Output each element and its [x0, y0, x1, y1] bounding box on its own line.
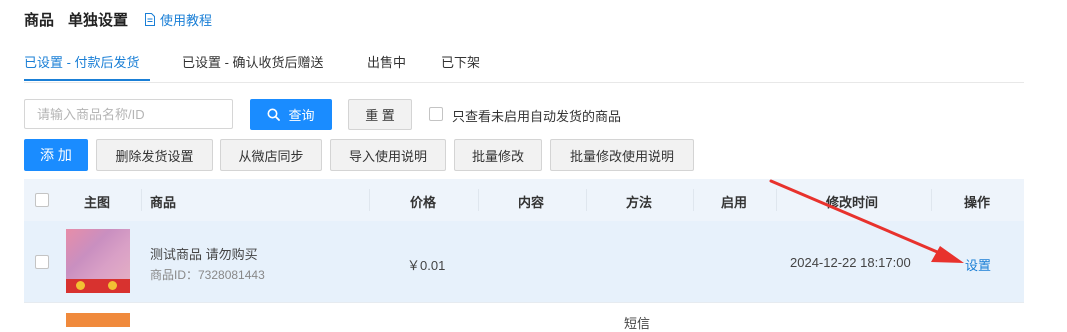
search-input[interactable] — [24, 99, 233, 129]
batch-edit-instructions-button[interactable]: 批量修改使用说明 — [550, 139, 694, 171]
search-button[interactable]: 查询 — [250, 99, 332, 130]
column-header-method: 方法 — [626, 195, 653, 210]
delete-delivery-button[interactable]: 删除发货设置 — [96, 139, 213, 171]
column-header-content: 内容 — [518, 195, 545, 210]
table-header: 主图 商品 价格 内容 方法 启用 修改时间 操作 — [24, 179, 1024, 221]
tab-paid-delivery[interactable]: 已设置 - 付款后发货 — [24, 52, 140, 71]
tab-off-shelf[interactable]: 已下架 — [441, 52, 480, 71]
column-divider — [931, 189, 932, 211]
settings-link[interactable]: 设置 — [965, 255, 991, 274]
document-icon — [145, 12, 156, 26]
column-header-price: 价格 — [410, 195, 437, 210]
column-divider — [478, 189, 479, 211]
reset-button[interactable]: 重 置 — [348, 99, 412, 130]
column-divider — [586, 189, 587, 211]
column-header-product: 商品 — [150, 195, 177, 210]
select-all-checkbox[interactable] — [35, 193, 49, 207]
tutorial-link[interactable]: 使用教程 — [144, 10, 212, 29]
add-button[interactable]: 添 加 — [24, 139, 88, 171]
sync-weidian-button[interactable]: 从微店同步 — [220, 139, 322, 171]
batch-edit-button[interactable]: 批量修改 — [454, 139, 542, 171]
product-name: 测试商品 请勿购买 — [150, 247, 258, 262]
search-button-label: 查询 — [288, 108, 315, 123]
unenabled-only-label: 只查看未启用自动发货的商品 — [452, 109, 622, 124]
column-divider — [776, 189, 777, 211]
tutorial-link-label: 使用教程 — [160, 12, 213, 28]
product-id: 商品ID：7328081443 — [150, 268, 265, 282]
product-price: ￥0.01 — [407, 258, 446, 273]
column-divider — [141, 189, 142, 211]
table-row: 测试商品 请勿购买 商品ID：7328081443 ￥0.01 2024-12-… — [24, 221, 1024, 303]
column-header-modified-time: 修改时间 — [826, 195, 879, 210]
column-divider — [693, 189, 694, 211]
import-instructions-button[interactable]: 导入使用说明 — [330, 139, 446, 171]
search-icon — [267, 108, 281, 121]
page-subtitle: 单独设置 — [68, 11, 129, 29]
product-thumbnail — [66, 313, 130, 327]
unenabled-only-checkbox[interactable] — [429, 107, 443, 121]
product-thumbnail — [66, 229, 130, 293]
modified-time: 2024-12-22 18:17:00 — [790, 255, 911, 270]
tab-confirm-gift[interactable]: 已设置 - 确认收货后赠送 — [182, 52, 324, 71]
table-row: 短信 — [24, 303, 1024, 331]
tab-on-sale[interactable]: 出售中 — [367, 52, 406, 71]
column-header-action: 操作 — [964, 195, 991, 210]
page-title: 商品 — [24, 11, 55, 29]
column-header-image: 主图 — [84, 195, 111, 210]
delivery-method: 短信 — [624, 316, 651, 331]
page-header: 商品 单独设置 使用教程 — [24, 8, 212, 30]
column-header-enabled: 启用 — [721, 195, 748, 210]
row-checkbox[interactable] — [35, 255, 49, 269]
active-tab-indicator — [24, 79, 150, 81]
tab-bar: 已设置 - 付款后发货 已设置 - 确认收货后赠送 出售中 已下架 — [24, 44, 1024, 83]
column-divider — [369, 189, 370, 211]
